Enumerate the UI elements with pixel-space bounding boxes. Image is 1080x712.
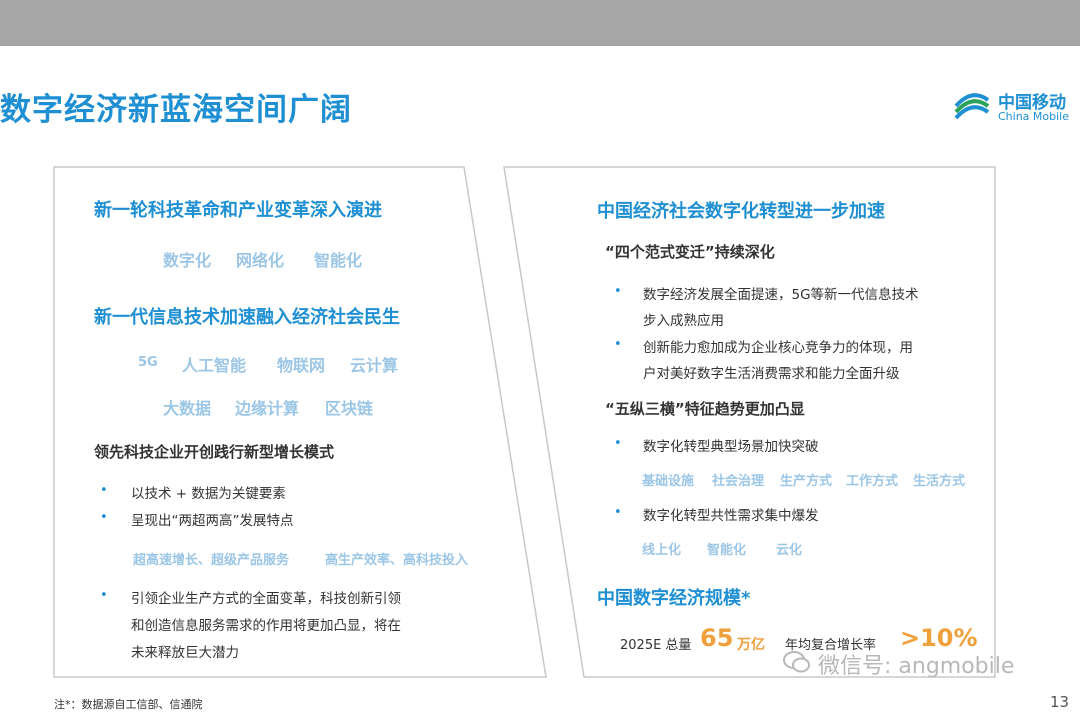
keyword-networking: 网络化: [236, 251, 285, 270]
scenario-life: 生活方式: [913, 474, 966, 489]
tech-iot: 物联网: [277, 356, 326, 375]
right-bullet-2-line-1: 创新能力愈加成为企业核心竞争力的体现，用: [643, 340, 913, 356]
watermark: 微信号: angmobile: [818, 654, 1015, 679]
right-bullet-4: 数字化转型共性需求集中爆发: [643, 508, 819, 524]
left-bullet-3-line-3: 未来释放巨大潜力: [131, 645, 239, 661]
bullet-dot: •: [614, 337, 622, 352]
left-heading-new-it: 新一代信息技术加速融入经济社会民生: [94, 307, 400, 328]
bullet-dot: •: [614, 505, 622, 520]
scale-unit: 万亿: [737, 637, 765, 653]
tech-5g: 5G: [138, 355, 158, 370]
left-bullet-3-line-1: 引领企业生产方式的全面变革，科技创新引领: [131, 591, 401, 607]
feature-high-efficiency: 高生产效率、高科技投入: [325, 553, 469, 568]
left-bullet-1: 以技术 + 数据为关键要素: [131, 486, 286, 502]
tech-blockchain: 区块链: [325, 399, 374, 418]
feature-super-growth: 超高速增长、超级产品服务: [133, 553, 290, 568]
left-subheading-growth-model: 领先科技企业开创践行新型增长模式: [94, 443, 335, 461]
bullet-dot: •: [100, 510, 108, 525]
right-sub-five-three: “五纵三横”特征趋势更加凸显: [605, 400, 805, 418]
scenario-production: 生产方式: [780, 474, 833, 489]
footnote: 注*：数据源自工信部、信通院: [54, 698, 203, 711]
scenario-governance: 社会治理: [712, 474, 765, 489]
demand-intelligent: 智能化: [707, 543, 747, 558]
scenario-infrastructure: 基础设施: [642, 474, 695, 489]
wechat-icon: [783, 648, 811, 676]
tech-ai: 人工智能: [182, 356, 247, 375]
bullet-dot: •: [614, 284, 622, 299]
scale-value: 65: [700, 624, 734, 652]
demand-cloud: 云化: [776, 543, 803, 558]
right-sub-four-paradigms: “四个范式变迁”持续深化: [605, 243, 775, 261]
keyword-intelligence: 智能化: [314, 251, 363, 270]
scenario-work: 工作方式: [846, 474, 899, 489]
bullet-dot: •: [614, 436, 622, 451]
page-number: 13: [1050, 693, 1070, 711]
scale-heading: 中国数字经济规模*: [597, 588, 751, 609]
right-bullet-2-line-2: 户对美好数字生活消费需求和能力全面升级: [643, 366, 900, 382]
bullet-dot: •: [100, 483, 108, 498]
right-bullet-3: 数字化转型典型场景加快突破: [643, 439, 819, 455]
demand-online: 线上化: [642, 543, 682, 558]
tech-big-data: 大数据: [163, 399, 212, 418]
scale-prefix: 2025E 总量: [620, 638, 692, 653]
tech-edge-computing: 边缘计算: [235, 399, 300, 418]
right-bullet-1-line-1: 数字经济发展全面提速，5G等新一代信息技术: [643, 287, 919, 303]
tech-cloud: 云计算: [350, 356, 399, 375]
left-bullet-3-line-2: 和创造信息服务需求的作用将更加凸显，将在: [131, 618, 401, 634]
right-bullet-1-line-2: 步入成熟应用: [643, 313, 724, 329]
keyword-digitalization: 数字化: [163, 251, 212, 270]
right-heading-transformation: 中国经济社会数字化转型进一步加速: [597, 201, 885, 222]
left-heading-tech-revolution: 新一轮科技革命和产业变革深入演进: [94, 200, 382, 221]
left-bullet-2: 呈现出“两超两高”发展特点: [131, 513, 294, 529]
bullet-dot: •: [100, 588, 108, 603]
